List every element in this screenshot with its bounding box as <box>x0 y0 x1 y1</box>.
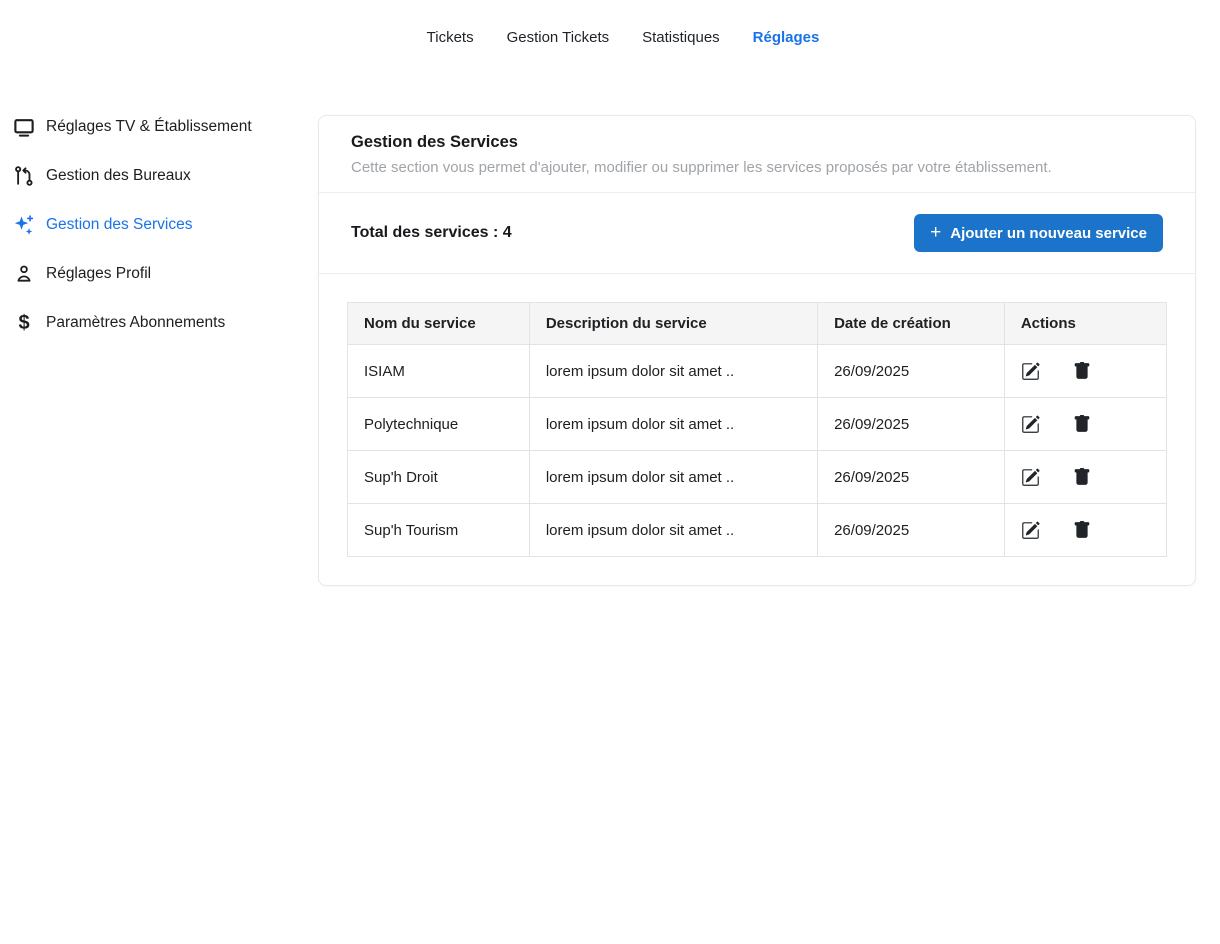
card-title: Gestion des Services <box>351 133 518 151</box>
sidebar-item-parametres-abonnements[interactable]: $ Paramètres Abonnements <box>12 298 318 347</box>
total-row: Total des services : 4 + Ajouter un nouv… <box>319 193 1195 274</box>
sidebar-item-label: Gestion des Services <box>46 215 193 233</box>
card-description: Cette section vous permet d'ajouter, mod… <box>351 159 1052 176</box>
cell-service-name: Sup'h Tourism <box>347 503 530 557</box>
table-row: ISIAM lorem ipsum dolor sit amet .. 26/0… <box>347 344 1168 398</box>
trash-icon <box>1073 521 1095 539</box>
page-layout: Réglages TV & Établissement Gestion des … <box>0 102 1220 586</box>
cell-service-name: Sup'h Droit <box>347 450 530 504</box>
nav-tab-statistiques[interactable]: Statistiques <box>642 29 720 46</box>
nav-tab-reglages[interactable]: Réglages <box>753 29 820 46</box>
main-content: Gestion des Services Cette section vous … <box>318 102 1196 586</box>
edit-icon <box>1021 362 1043 381</box>
add-service-button-label: Ajouter un nouveau service <box>950 224 1147 242</box>
edit-service-button[interactable] <box>1021 466 1043 488</box>
delete-service-button[interactable] <box>1073 466 1095 488</box>
cell-creation-date: 26/09/2025 <box>817 450 1005 504</box>
nav-tab-tickets[interactable]: Tickets <box>427 29 474 46</box>
cell-creation-date: 26/09/2025 <box>817 503 1005 557</box>
cell-actions <box>1003 450 1168 504</box>
delete-service-button[interactable] <box>1073 413 1095 435</box>
services-card: Gestion des Services Cette section vous … <box>318 115 1196 586</box>
sparkles-icon <box>12 213 36 237</box>
sidebar-item-reglages-tv[interactable]: Réglages TV & Établissement <box>12 102 318 151</box>
sidebar-item-label: Gestion des Bureaux <box>46 166 191 184</box>
sidebar-item-gestion-services[interactable]: Gestion des Services <box>12 200 318 249</box>
card-header: Gestion des Services Cette section vous … <box>319 116 1195 193</box>
cell-actions <box>1003 344 1168 398</box>
services-table: Nom du service Description du service Da… <box>347 302 1168 557</box>
user-icon <box>12 262 36 286</box>
cell-service-description: lorem ipsum dolor sit amet .. <box>528 503 819 557</box>
add-service-button[interactable]: + Ajouter un nouveau service <box>914 214 1163 252</box>
trash-icon <box>1073 362 1095 380</box>
sidebar-item-reglages-profil[interactable]: Réglages Profil <box>12 249 318 298</box>
cell-creation-date: 26/09/2025 <box>817 397 1005 451</box>
edit-service-button[interactable] <box>1021 519 1043 541</box>
cell-actions <box>1003 397 1168 451</box>
plus-icon: + <box>930 222 942 243</box>
sidebar-item-gestion-bureaux[interactable]: Gestion des Bureaux <box>12 151 318 200</box>
delete-service-button[interactable] <box>1073 519 1095 541</box>
edit-icon <box>1021 521 1043 540</box>
sidebar-item-label: Paramètres Abonnements <box>46 313 226 331</box>
column-header-description: Description du service <box>528 302 819 345</box>
edit-service-button[interactable] <box>1021 360 1043 382</box>
dollar-icon: $ <box>18 311 30 334</box>
cell-service-name: ISIAM <box>347 344 530 398</box>
table-section: Nom du service Description du service Da… <box>319 274 1195 585</box>
table-row: Sup'h Tourism lorem ipsum dolor sit amet… <box>347 503 1168 557</box>
column-header-actions: Actions <box>1003 302 1168 345</box>
edit-service-button[interactable] <box>1021 413 1043 435</box>
trash-icon <box>1073 415 1095 433</box>
column-header-date: Date de création <box>817 302 1005 345</box>
top-nav: Tickets Gestion Tickets Statistiques Rég… <box>0 0 1220 46</box>
nav-tab-gestion-tickets[interactable]: Gestion Tickets <box>507 29 610 46</box>
table-row: Polytechnique lorem ipsum dolor sit amet… <box>347 397 1168 451</box>
delete-service-button[interactable] <box>1073 360 1095 382</box>
cell-service-description: lorem ipsum dolor sit amet .. <box>528 397 819 451</box>
tv-icon <box>12 115 36 139</box>
total-services-label: Total des services : 4 <box>351 224 512 241</box>
sidebar: Réglages TV & Établissement Gestion des … <box>0 102 318 347</box>
sidebar-item-label: Réglages TV & Établissement <box>46 117 252 135</box>
trash-icon <box>1073 468 1095 486</box>
cell-service-description: lorem ipsum dolor sit amet .. <box>528 450 819 504</box>
cell-service-name: Polytechnique <box>347 397 530 451</box>
edit-icon <box>1021 415 1043 434</box>
column-header-name: Nom du service <box>347 302 530 345</box>
edit-icon <box>1021 468 1043 487</box>
table-row: Sup'h Droit lorem ipsum dolor sit amet .… <box>347 450 1168 504</box>
route-icon <box>12 164 36 188</box>
sidebar-item-label: Réglages Profil <box>46 264 152 282</box>
cell-service-description: lorem ipsum dolor sit amet .. <box>528 344 819 398</box>
table-header-row: Nom du service Description du service Da… <box>347 302 1168 345</box>
cell-creation-date: 26/09/2025 <box>817 344 1005 398</box>
cell-actions <box>1003 503 1168 557</box>
